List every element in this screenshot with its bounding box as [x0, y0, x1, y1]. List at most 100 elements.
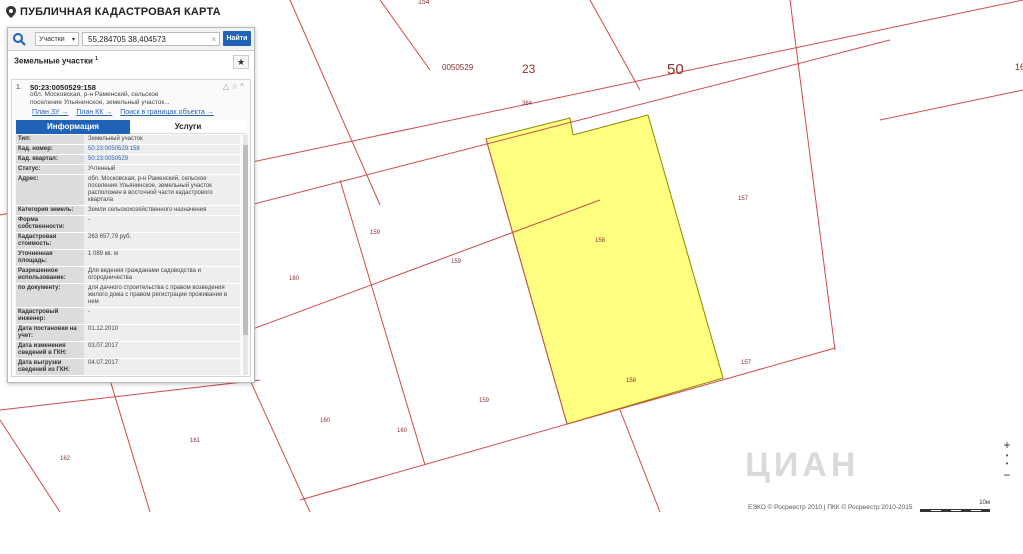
copyright-text: ЕЭКО © Росреестр 2010 | ПКК © Росреестр … [748, 504, 913, 511]
card-index: 1. [16, 84, 22, 91]
info-value: 263 657,79 руб. [84, 233, 240, 249]
search-icon[interactable] [12, 32, 26, 46]
chevron-up-icon[interactable]: ^ [240, 82, 246, 91]
info-row: Форма собственности: - [16, 216, 240, 233]
info-key: Адрес: [16, 175, 84, 205]
info-row: Категория земель: Земли сельскохозяйствен… [16, 206, 240, 216]
section-title-text: Земельные участки [14, 56, 93, 66]
card-tabs: Информация Услуги [16, 120, 246, 134]
zoom-out-icon[interactable]: − [1000, 468, 1014, 482]
plan-zu-link[interactable]: План ЗУ → [32, 109, 68, 116]
watermark: ЦИАН [745, 446, 860, 484]
scale-label: 10м [979, 500, 990, 506]
info-row: Дата постановки на учет: 01.12.2010 [16, 325, 240, 342]
parcel-label: 158 [595, 238, 606, 244]
search-input[interactable]: 55,284705 38,404573 × [82, 32, 220, 46]
card-links: План ЗУ → План КК → Поиск в границах объ… [32, 109, 220, 116]
search-in-bounds-link[interactable]: Поиск в границах объекта → [120, 109, 214, 116]
info-key: Кадастровый инженер: [16, 308, 84, 324]
info-row: Разрешенное использование: Для ведения гр… [16, 267, 240, 284]
zoom-control: + • • − [1000, 438, 1014, 482]
chevron-down-icon: ▾ [71, 37, 75, 43]
map-pin-logo-icon [6, 6, 16, 18]
parcel-label: 161 [190, 438, 201, 444]
card-tools: △☆^ [223, 82, 246, 91]
info-value: - [84, 308, 240, 324]
info-value: Земли сельскохозяйственного назначения [84, 206, 240, 215]
card-address: обл. Московская, р-н Раменский, сельское… [30, 91, 170, 106]
app-header: ПУБЛИЧНАЯ КАДАСТРОВАЯ КАРТА [6, 6, 221, 18]
info-key: Дата выгрузки сведений из ГКН: [16, 359, 84, 375]
info-value[interactable]: 50:23:0050529 [84, 155, 240, 164]
info-key: Кад. квартал: [16, 155, 84, 164]
app-title: ПУБЛИЧНАЯ КАДАСТРОВАЯ КАРТА [20, 6, 221, 18]
district-label: 23 [522, 62, 536, 76]
warning-icon[interactable]: △ [223, 82, 231, 91]
info-row: Тип: Земельный участок [16, 135, 240, 145]
plan-kk-link[interactable]: План КК → [76, 109, 112, 116]
info-row: Дата изменения сведений в ГКН: 03.07.2017 [16, 342, 240, 359]
info-value: 01.12.2010 [84, 325, 240, 341]
object-type-select[interactable]: Участки ▾ [35, 32, 79, 46]
search-query: 55,284705 38,404573 [88, 35, 166, 44]
parcel-card: 1. 50:23:0050529:158 △☆^ обл. Московская… [11, 79, 251, 377]
parcel-label: 159 [451, 259, 462, 265]
parcel-label: 154 [418, 0, 430, 6]
info-value: 1 089 кв. м [84, 250, 240, 266]
info-panel: Участки ▾ 55,284705 38,404573 × Найти Земе… [7, 27, 255, 383]
info-row: Кад. номер: 50:23:0050529:158 [16, 145, 240, 155]
find-button[interactable]: Найти [223, 31, 251, 46]
info-value[interactable]: 50:23:0050529:158 [84, 145, 240, 154]
parcel-label: 158 [626, 378, 637, 384]
info-key: Разрешенное использование: [16, 267, 84, 283]
info-row: Адрес: обл. Московская, р-н Раменский, се… [16, 175, 240, 206]
zoom-in-icon[interactable]: + [1000, 438, 1014, 452]
info-row: Уточненная площадь: 1 089 кв. м [16, 250, 240, 267]
tab-information[interactable]: Информация [16, 120, 130, 134]
section-count: 1 [95, 56, 98, 62]
scroll-thumb[interactable] [243, 145, 248, 335]
info-key: Категория земель: [16, 206, 84, 215]
info-value: Для ведения гражданами садоводства и ого… [84, 267, 240, 283]
parcel-label: 162 [60, 456, 71, 462]
star-icon[interactable]: ★ [233, 55, 249, 69]
tab-services[interactable]: Услуги [130, 120, 246, 134]
info-value: Земельный участок [84, 135, 240, 144]
info-key: Кад. номер: [16, 145, 84, 154]
scrollbar[interactable] [243, 135, 248, 375]
parcel-label: 157 [738, 196, 749, 202]
parcel-label: 157 [741, 360, 752, 366]
bottom-strip [0, 512, 1023, 554]
info-key: Дата изменения сведений в ГКН: [16, 342, 84, 358]
star-outline-icon[interactable]: ☆ [231, 82, 240, 91]
info-row: Кадастровый инженер: - [16, 308, 240, 325]
info-key: Статус: [16, 165, 84, 174]
info-key: Форма собственности: [16, 216, 84, 232]
info-key: Дата постановки на учет: [16, 325, 84, 341]
info-value: обл. Московская, р-н Раменский, сельское… [84, 175, 240, 205]
info-table: Тип: Земельный участок Кад. номер: 50:23:00… [16, 135, 240, 376]
section-title: Земельные участки 1 [14, 56, 98, 66]
info-row: по документу: для дачного строительства с… [16, 284, 240, 308]
object-type-value: Участки [39, 36, 65, 43]
region-label: 50 [667, 61, 684, 78]
parcel-label: 160 [320, 418, 331, 424]
parcel-label: 159 [479, 398, 490, 404]
search-bar: Участки ▾ 55,284705 38,404573 × Найти [8, 28, 254, 51]
info-key: по документу: [16, 284, 84, 307]
parcel-label: 161 [1015, 62, 1023, 72]
info-key: Уточненная площадь: [16, 250, 84, 266]
info-key: Кадастровая стоимость: [16, 233, 84, 249]
clear-icon[interactable]: × [211, 33, 216, 47]
info-row: Дата выгрузки сведений из ГКН: 04.07.2017 [16, 359, 240, 376]
quarter-label: 0050529 [442, 63, 474, 72]
parcel-label: 364 [522, 101, 533, 107]
zoom-level-dot[interactable]: • [1000, 460, 1014, 468]
info-value: Учтенный [84, 165, 240, 174]
info-value: 03.07.2017 [84, 342, 240, 358]
info-row: Статус: Учтенный [16, 165, 240, 175]
parcel-label: 159 [370, 230, 381, 236]
info-row: Кадастровая стоимость: 263 657,79 руб. [16, 233, 240, 250]
info-key: Тип: [16, 135, 84, 144]
info-value: для дачного строительства с правом возве… [84, 284, 240, 307]
